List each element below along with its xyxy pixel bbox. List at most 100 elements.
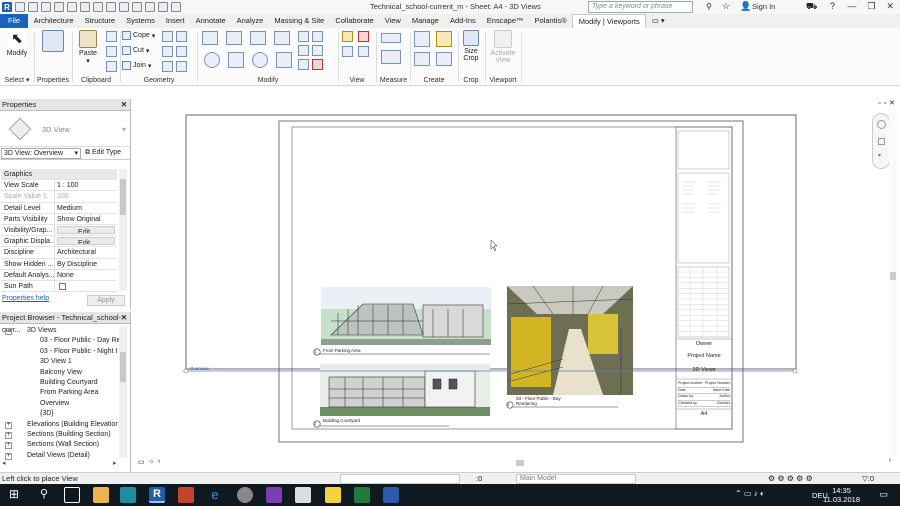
browser-item[interactable]: Building Courtyard — [0, 378, 120, 388]
join-roof-icon[interactable] — [162, 46, 173, 57]
linework-icon[interactable] — [342, 46, 353, 57]
split-gap-icon[interactable] — [312, 31, 323, 42]
sun-path-checkbox[interactable] — [59, 282, 66, 290]
cut-geometry-button[interactable]: Cut ▾ — [122, 46, 149, 55]
text-icon[interactable] — [106, 2, 116, 12]
trim-extend-icon[interactable] — [276, 52, 292, 68]
scrollbar-thumb[interactable] — [890, 272, 896, 280]
app-icon[interactable] — [120, 487, 136, 503]
app-icon[interactable] — [237, 487, 253, 503]
chevron-down-icon[interactable]: ▾ — [878, 152, 881, 159]
tab-structure[interactable]: Structure — [79, 14, 120, 28]
join-button[interactable]: Join ▾ — [122, 61, 151, 70]
tray-icons[interactable]: ⌃ ▭ ♪ ◐ — [735, 489, 765, 498]
property-row[interactable]: Show Hidden ... By Discipline — [1, 258, 117, 270]
property-row[interactable]: Default Analys... None — [1, 269, 117, 281]
tab-enscape[interactable]: Enscape™ — [481, 14, 529, 28]
property-row[interactable]: Visibility/Grap... Edit... — [1, 224, 117, 237]
property-row[interactable]: View Scale 1 : 100 — [1, 180, 117, 192]
word-icon[interactable] — [383, 487, 399, 503]
browser-item[interactable]: 03 - Floor Public - Night I — [0, 347, 120, 357]
measure-icon[interactable] — [80, 2, 90, 12]
binoculars-icon[interactable]: ⚲ — [706, 2, 712, 11]
powerpoint-icon[interactable] — [178, 487, 194, 503]
tree-expander-icon[interactable]: + — [5, 431, 12, 439]
property-value[interactable] — [55, 281, 117, 291]
browser-item[interactable]: Overview — [0, 399, 120, 409]
tab-annotate[interactable]: Annotate — [190, 14, 231, 28]
clock[interactable]: 14:35 11.03.2018 — [823, 486, 860, 504]
align-icon[interactable] — [202, 31, 218, 45]
split-icon[interactable] — [298, 31, 309, 42]
cart-icon[interactable]: ⛟ — [806, 1, 817, 13]
browser-item[interactable]: 03 - Floor Public - Day Re — [0, 336, 120, 346]
select-links-icon[interactable]: ⚙ ⚙ ⚙ ⚙ ⚙ — [768, 473, 813, 484]
view-cube-navigation[interactable]: ▾ — [872, 113, 890, 169]
dimension-icon[interactable] — [93, 2, 103, 12]
view-window-controls[interactable]: ▫▫✕ — [878, 99, 898, 107]
tab-manage[interactable]: Manage — [406, 14, 444, 28]
tab-analyze[interactable]: Analyze — [231, 14, 269, 28]
tree-expander-icon[interactable]: + — [5, 421, 12, 429]
close-icon[interactable]: ✕ — [121, 312, 127, 324]
search-input[interactable]: Type a keyword or phrase — [588, 1, 693, 13]
windows-start-icon[interactable]: ⊞ — [6, 487, 22, 503]
array-icon[interactable] — [298, 59, 309, 70]
revit-taskbar-icon[interactable]: R — [149, 487, 165, 503]
sun-path-icon[interactable]: ☼ — [148, 458, 154, 465]
property-row[interactable]: Scale Value 1: 100 — [1, 191, 117, 203]
property-value[interactable]: 1 : 100 — [55, 180, 117, 190]
modify-button[interactable]: ⬉ Modify — [2, 30, 32, 57]
canvas-vscrollbar[interactable] — [889, 112, 897, 456]
file-explorer-icon[interactable] — [93, 487, 109, 503]
browser-item[interactable]: 3D View 1 — [0, 357, 120, 367]
browser-item[interactable]: {3D} — [0, 409, 120, 419]
chevron-left-icon[interactable]: ‹ — [158, 458, 160, 465]
property-row[interactable]: Parts Visibility Show Original — [1, 213, 117, 225]
cope-button[interactable]: Cope ▾ — [122, 31, 155, 40]
tree-expander-icon[interactable]: + — [5, 442, 12, 450]
close-icon[interactable]: ✕ — [886, 1, 894, 12]
mirror-draw-icon[interactable] — [274, 31, 290, 45]
scrollbar-thumb[interactable] — [120, 179, 126, 215]
delete-icon[interactable] — [312, 59, 323, 70]
offset-icon[interactable] — [226, 31, 242, 45]
switch-windows-icon[interactable] — [171, 2, 181, 12]
property-value[interactable]: 100 — [55, 191, 117, 201]
print-icon[interactable] — [67, 2, 77, 12]
property-row[interactable]: Sun Path — [1, 280, 117, 293]
paint-icon[interactable] — [176, 46, 187, 57]
excel-icon[interactable] — [354, 487, 370, 503]
browser-hscrollbar[interactable]: ◂ ▸ — [0, 460, 128, 468]
property-row[interactable]: Discipline Architectural — [1, 247, 117, 259]
browser-item[interactable]: Balcony View — [0, 368, 120, 378]
hscroll-thumb[interactable] — [516, 460, 524, 466]
task-view-icon[interactable] — [64, 487, 80, 503]
type-properties-button[interactable] — [38, 30, 68, 54]
browser-item[interactable]: From Parking Area — [0, 388, 120, 398]
zoom-icon[interactable] — [878, 138, 885, 145]
apply-button[interactable]: Apply — [87, 295, 125, 306]
minimize-icon[interactable]: — — [847, 1, 856, 12]
ribbon-options-icon[interactable]: ▭ ▾ — [646, 14, 670, 28]
tab-systems[interactable]: Systems — [121, 14, 161, 28]
chevron-right-icon[interactable]: › — [889, 457, 891, 464]
tree-expander-icon[interactable]: − — [5, 328, 12, 335]
browser-scrollbar[interactable] — [119, 326, 127, 458]
save-icon[interactable] — [28, 2, 38, 12]
edge-icon[interactable]: e — [207, 487, 223, 503]
tab-polantis[interactable]: Polantis® — [529, 14, 572, 28]
create-assembly-icon[interactable] — [414, 52, 430, 66]
drawing-canvas[interactable]: Overview 1 From Parking Area 2 Building … — [133, 109, 900, 456]
copy-icon[interactable] — [106, 46, 117, 57]
close-icon[interactable]: ✕ — [121, 99, 127, 111]
property-value[interactable]: By Discipline — [55, 259, 117, 269]
tab-modify-viewports[interactable]: Modify | Viewports — [572, 14, 647, 28]
tab-file[interactable]: File — [0, 14, 29, 28]
property-value[interactable]: Medium — [55, 203, 117, 213]
3d-view-icon[interactable] — [119, 2, 129, 12]
close-hidden-icon[interactable] — [158, 2, 168, 12]
property-edit-button[interactable]: Edit... — [57, 225, 115, 235]
browser-item[interactable]: + Sections (Wall Section) — [0, 440, 120, 450]
create-parts-icon[interactable] — [414, 31, 430, 47]
